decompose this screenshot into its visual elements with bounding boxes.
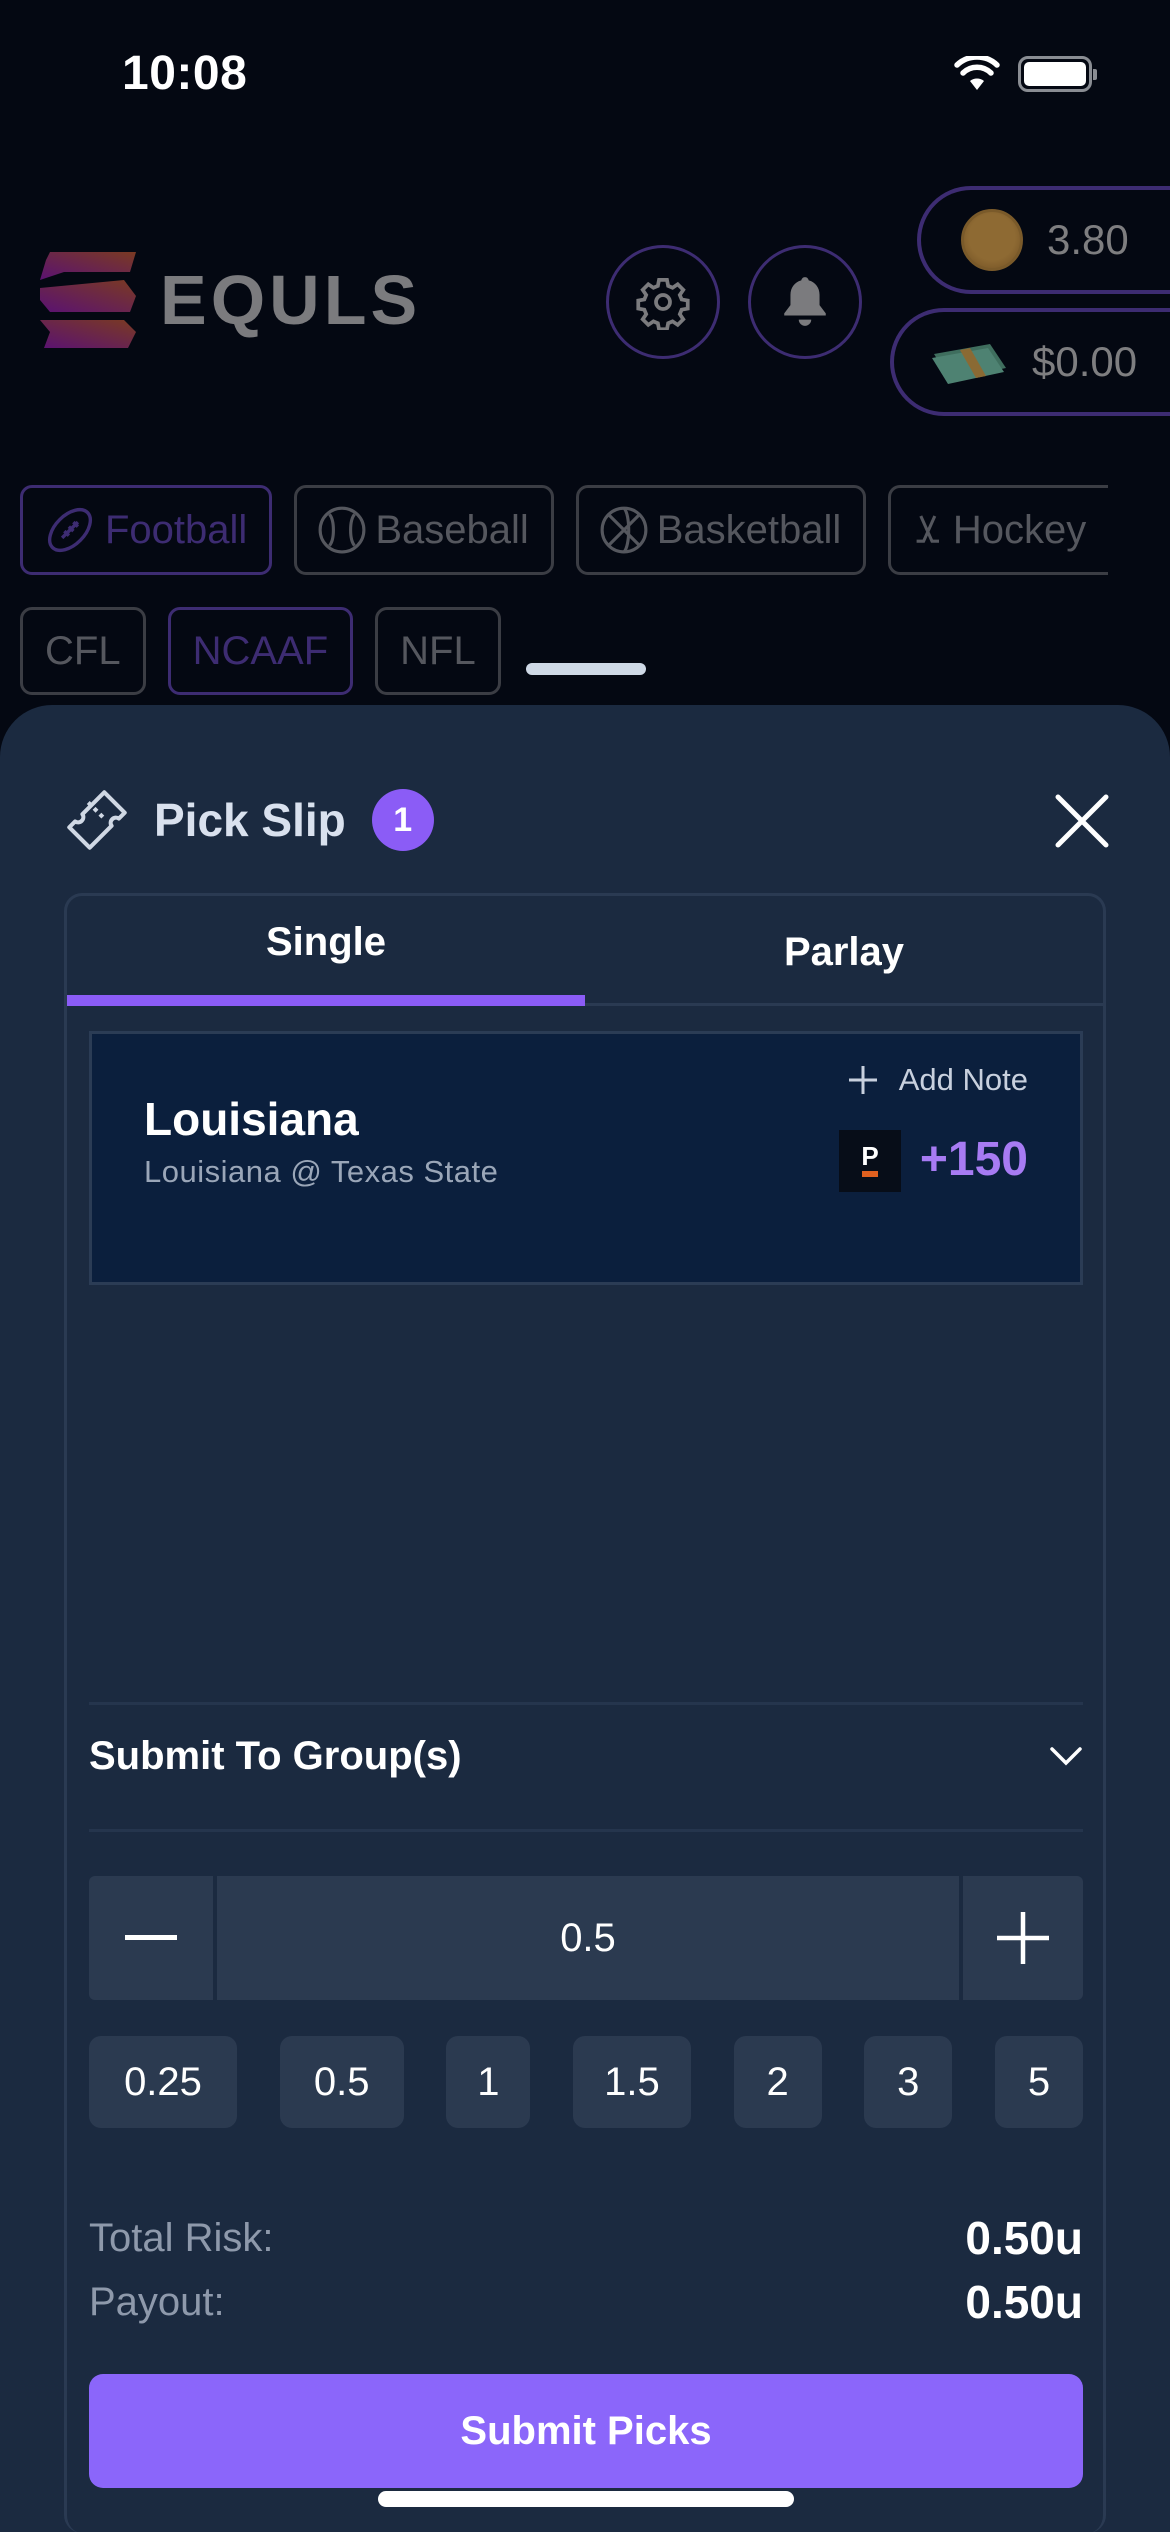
cash-stack-icon — [932, 344, 1006, 384]
total-risk-value: 0.50u — [965, 2212, 1083, 2264]
submit-to-groups-label: Submit To Group(s) — [89, 1733, 462, 1778]
sport-chip-label: Football — [105, 507, 248, 552]
tab-parlay[interactable]: Parlay — [585, 896, 1103, 1003]
divider-bottom-group — [89, 1829, 1083, 1832]
sport-chip-label: Hockey — [952, 507, 1087, 552]
gear-icon — [636, 277, 690, 330]
payout-row: Payout: 0.50u — [89, 2270, 1083, 2334]
sport-chip-football[interactable]: Football — [20, 485, 273, 575]
pick-slip-panel: Single Parlay Louisiana Louisiana @ Texa… — [64, 893, 1106, 2532]
bet-summary: Total Risk: 0.50u Payout: 0.50u — [89, 2206, 1083, 2334]
add-note-button[interactable]: Add Note — [847, 1062, 1028, 1098]
coin-icon — [961, 209, 1023, 271]
brand-logo: EQULS — [40, 252, 421, 348]
ticket-icon — [67, 790, 127, 850]
preset-button[interactable]: 0.5 — [279, 2036, 404, 2128]
sport-chip-label: Baseball — [375, 507, 529, 552]
pick-matchup: Louisiana @ Texas State — [144, 1154, 499, 1189]
preset-button[interactable]: 1.5 — [572, 2036, 691, 2128]
total-risk-row: Total Risk: 0.50u — [89, 2206, 1083, 2270]
league-chip-cfl[interactable]: CFL — [20, 607, 146, 695]
sportsbook-letter: P — [861, 1141, 879, 1171]
pick-odds: +150 — [919, 1133, 1028, 1186]
baseball-icon — [318, 506, 366, 554]
tab-single[interactable]: Single — [67, 896, 585, 1006]
stake-presets: 0.25 0.5 1 1.5 2 3 5 — [89, 2036, 1083, 2128]
divider-top-group — [89, 1702, 1083, 1705]
sheet-drag-handle[interactable] — [526, 663, 646, 675]
hockey-icon — [916, 515, 940, 543]
brand-name: EQULS — [160, 261, 422, 339]
sport-chip-hockey[interactable]: Hockey — [888, 485, 1109, 575]
basketball-icon — [600, 506, 648, 554]
chevron-down-icon — [1050, 1747, 1082, 1766]
league-chip-ncaaf[interactable]: NCAAF — [167, 607, 354, 695]
preset-button[interactable]: 3 — [864, 2036, 953, 2128]
football-icon — [47, 507, 93, 553]
stake-input[interactable]: 0.5 — [217, 1876, 959, 2000]
stake-stepper: 0.5 — [89, 1876, 1083, 2000]
sportsbook-logo-icon: P — [839, 1130, 901, 1192]
equls-logo-icon — [40, 252, 136, 348]
pick-team: Louisiana — [144, 1093, 359, 1145]
plus-icon — [997, 1912, 1049, 1964]
submit-to-groups-dropdown[interactable]: Submit To Group(s) — [89, 1711, 1083, 1801]
pick-slip-title: Pick Slip — [154, 794, 346, 846]
coins-balance-pill[interactable]: 3.80 — [917, 186, 1170, 294]
preset-button[interactable]: 0.25 — [89, 2036, 237, 2128]
sport-chip-basketball[interactable]: Basketball — [575, 485, 867, 575]
pick-count-badge: 1 — [371, 789, 434, 851]
preset-button[interactable]: 5 — [994, 2036, 1083, 2128]
plus-icon — [848, 1066, 877, 1094]
notifications-button[interactable] — [748, 245, 862, 359]
preset-button[interactable]: 1 — [446, 2036, 531, 2128]
increment-button[interactable] — [963, 1876, 1083, 2000]
app-header: EQULS 3.80 $0.00 Football Baseball Baske… — [0, 0, 1170, 700]
submit-picks-button[interactable]: Submit Picks — [89, 2374, 1083, 2488]
sport-filter-row: Football Baseball Basketball Hockey — [20, 485, 1109, 575]
cash-balance: $0.00 — [1032, 338, 1138, 385]
cash-balance-pill[interactable]: $0.00 — [890, 308, 1170, 416]
add-note-label: Add Note — [898, 1062, 1028, 1097]
bet-type-tabs: Single Parlay — [67, 896, 1103, 1006]
sport-chip-label: Basketball — [656, 507, 842, 552]
home-indicator — [378, 2491, 794, 2507]
pick-slip-header: Pick Slip 1 — [62, 785, 434, 855]
pick-card[interactable]: Louisiana Louisiana @ Texas State Add No… — [89, 1031, 1083, 1285]
preset-button[interactable]: 2 — [733, 2036, 822, 2128]
minus-icon — [125, 1935, 177, 1940]
decrement-button[interactable] — [89, 1876, 213, 2000]
payout-label: Payout: — [89, 2279, 225, 2324]
payout-value: 0.50u — [965, 2276, 1083, 2328]
close-button[interactable] — [1052, 791, 1112, 851]
sport-chip-baseball[interactable]: Baseball — [294, 485, 554, 575]
bell-icon — [784, 277, 826, 326]
settings-button[interactable] — [606, 245, 720, 359]
close-icon — [1055, 794, 1109, 848]
league-chip-nfl[interactable]: NFL — [375, 607, 501, 695]
pick-slip-sheet: Pick Slip 1 Single Parlay Louisiana Loui… — [0, 705, 1170, 2532]
league-filter-row: CFL NCAAF NFL — [20, 607, 501, 695]
coins-balance: 3.80 — [1047, 216, 1129, 263]
total-risk-label: Total Risk: — [89, 2215, 274, 2260]
